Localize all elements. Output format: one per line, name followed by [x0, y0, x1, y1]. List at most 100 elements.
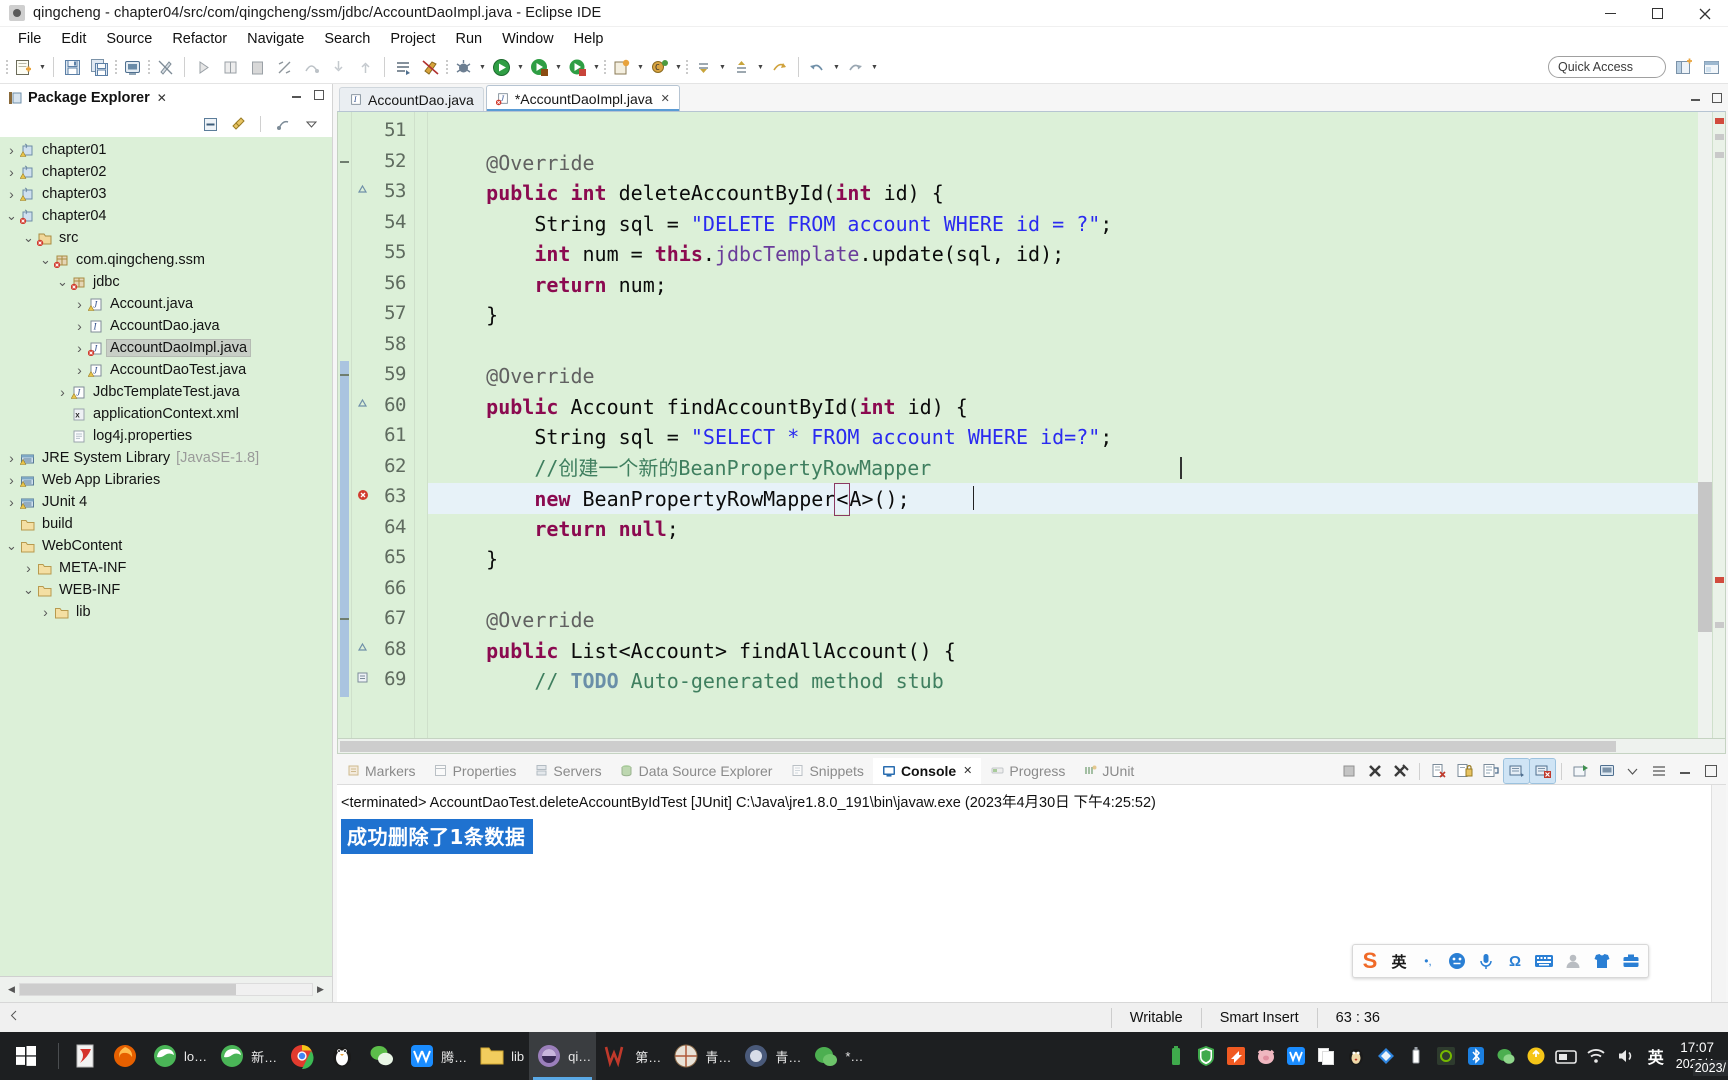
sogou-logo-icon[interactable]: S — [1357, 948, 1383, 974]
step-return-icon[interactable] — [353, 55, 378, 80]
chevron-down-icon[interactable]: ⌄ — [38, 253, 53, 266]
chevron-right-icon[interactable]: › — [4, 186, 19, 202]
taskbar-item-edge-new[interactable]: 新… — [212, 1032, 282, 1080]
save-all-icon[interactable] — [87, 55, 112, 80]
menu-window[interactable]: Window — [492, 29, 564, 49]
bottom-tab-snippets[interactable]: Snippets — [781, 758, 872, 784]
run-last-tool-icon[interactable] — [191, 55, 216, 80]
taskbar-item-tencent-meeting[interactable]: 腾… — [402, 1032, 472, 1080]
java-ee-perspective-icon[interactable] — [1699, 55, 1724, 80]
tree-item-jdbc[interactable]: ⌄ jdbc — [0, 271, 332, 293]
wechat-small-icon[interactable] — [1492, 1042, 1520, 1070]
menu-search[interactable]: Search — [314, 29, 380, 49]
fold-collapse-icon[interactable] — [340, 374, 349, 376]
back-dropdown-icon[interactable]: ▼ — [831, 55, 842, 80]
tree-item-accountdao-java[interactable]: › I AccountDao.java — [0, 315, 332, 337]
java-editor[interactable]: 51 52 53 54 55 56 57 58 59 60 61 62 63 64 65 66 67 68 69 @… — [337, 111, 1726, 739]
maximize-icon[interactable] — [1634, 0, 1681, 27]
fold-collapse-icon[interactable] — [340, 160, 349, 163]
back-icon[interactable] — [805, 55, 830, 80]
volume-icon[interactable] — [1612, 1042, 1640, 1070]
fold-collapse-icon[interactable] — [340, 618, 349, 620]
chevron-right-icon[interactable]: › — [21, 560, 36, 576]
code-line[interactable]: } — [428, 544, 1725, 575]
last-edit-location-icon[interactable] — [767, 55, 792, 80]
save-icon[interactable] — [60, 55, 85, 80]
link-with-editor-icon[interactable] — [227, 114, 249, 134]
next-annotation-icon[interactable] — [691, 55, 716, 80]
chevron-right-icon[interactable]: › — [4, 450, 19, 466]
taskbar-item-browser-1[interactable]: 青… — [666, 1032, 736, 1080]
new-java-project-dropdown-icon[interactable]: ▼ — [635, 55, 646, 80]
ime-lang-icon[interactable]: 英 — [1386, 948, 1412, 974]
bottom-tab-servers[interactable]: Servers — [525, 758, 610, 784]
step-into-icon[interactable] — [326, 55, 351, 80]
terminate-icon[interactable] — [1336, 759, 1361, 783]
toolbar-drag-handle[interactable] — [4, 56, 10, 78]
view-menu-icon[interactable] — [1646, 759, 1671, 783]
display-selected-console-icon[interactable] — [1594, 759, 1619, 783]
scroll-track[interactable] — [19, 983, 313, 996]
code-line[interactable] — [428, 331, 1725, 362]
external-tools-dropdown-icon[interactable]: ▼ — [591, 55, 602, 80]
toolbar-drag-handle-6[interactable] — [684, 56, 690, 78]
close-icon[interactable]: ✕ — [963, 764, 972, 777]
bottom-tab-junit[interactable]: JUnit — [1074, 758, 1143, 784]
bluetooth-icon[interactable] — [1462, 1042, 1490, 1070]
tree-item-chapter04[interactable]: ⌄ chapter04 — [0, 205, 332, 227]
code-line[interactable] — [428, 117, 1725, 148]
chevron-right-icon[interactable]: › — [72, 318, 87, 334]
tree-item-junit-4[interactable]: › JUnit 4 — [0, 491, 332, 513]
onedrive-icon[interactable] — [1222, 1042, 1250, 1070]
debug-icon[interactable] — [451, 55, 476, 80]
new-java-project-icon[interactable] — [609, 55, 634, 80]
code-line[interactable]: // TODO Auto-generated method stub — [428, 666, 1725, 697]
tree-item-jdbctemplatetest-java[interactable]: › J JdbcTemplateTest.java — [0, 381, 332, 403]
forward-dropdown-icon[interactable]: ▼ — [869, 55, 880, 80]
code-line[interactable] — [428, 575, 1725, 606]
taskbar-item-wechat-2[interactable]: *… — [806, 1032, 868, 1080]
menu-source[interactable]: Source — [96, 29, 162, 49]
code-line[interactable]: return null; — [428, 514, 1725, 545]
editor-horizontal-scrollbar[interactable] — [337, 739, 1726, 754]
taskbar-item-wechat[interactable] — [362, 1032, 402, 1080]
next-annotation-dropdown-icon[interactable]: ▼ — [717, 55, 728, 80]
skip-breakpoints-icon[interactable] — [218, 55, 243, 80]
open-perspective-icon[interactable] — [1671, 55, 1696, 80]
run-dropdown-icon[interactable]: ▼ — [515, 55, 526, 80]
toolbox-icon[interactable] — [1618, 948, 1644, 974]
explorer-status-scroll[interactable] — [8, 1009, 21, 1026]
show-console-on-output-icon[interactable] — [1503, 758, 1530, 784]
taskbar-item-pdf[interactable] — [65, 1032, 105, 1080]
show-console-on-error-icon[interactable] — [1529, 758, 1556, 784]
chevron-down-icon[interactable]: ⌄ — [4, 539, 19, 552]
tree-item-build[interactable]: build — [0, 513, 332, 535]
minimize-icon[interactable] — [290, 88, 304, 102]
ime-lang-icon[interactable]: 英 — [1642, 1042, 1670, 1070]
quick-access-input[interactable]: Quick Access — [1548, 56, 1666, 78]
previous-annotation-dropdown-icon[interactable]: ▼ — [755, 55, 766, 80]
clear-console-icon[interactable] — [1426, 759, 1451, 783]
toolbar-drag-handle-3[interactable] — [146, 56, 152, 78]
code-line[interactable]: @Override — [428, 361, 1725, 392]
new-class-icon[interactable]: C — [647, 55, 672, 80]
editor-folding-column[interactable] — [414, 112, 428, 738]
tree-item-com-qingcheng-ssm[interactable]: ⌄ com.qingcheng.ssm — [0, 249, 332, 271]
project-tree[interactable]: › chapter01 › chapter02 › chapter03 ⌄ chapter04… — [0, 137, 332, 976]
tree-item-chapter03[interactable]: › chapter03 — [0, 183, 332, 205]
tree-item-web-app-libraries[interactable]: › Web App Libraries — [0, 469, 332, 491]
new-dropdown-icon[interactable]: ▼ — [37, 55, 48, 80]
print-icon[interactable] — [120, 55, 145, 80]
code-line[interactable]: new BeanPropertyRowMapper<A>(); — [428, 483, 1725, 516]
collapse-all-icon[interactable] — [199, 114, 221, 134]
close-icon[interactable]: ✕ — [157, 91, 167, 105]
battery-green-icon[interactable] — [1162, 1042, 1190, 1070]
taskbar-item-chrome[interactable] — [282, 1032, 322, 1080]
toggle-mark-occurrences-icon[interactable] — [153, 55, 178, 80]
tree-item-log4j-properties[interactable]: log4j.properties — [0, 425, 332, 447]
view-menu-icon[interactable] — [300, 114, 322, 134]
microphone-icon[interactable] — [1473, 948, 1499, 974]
editor-vertical-scrollbar[interactable] — [1698, 112, 1712, 738]
chevron-right-icon[interactable]: › — [4, 164, 19, 180]
shield-icon[interactable] — [1192, 1042, 1220, 1070]
